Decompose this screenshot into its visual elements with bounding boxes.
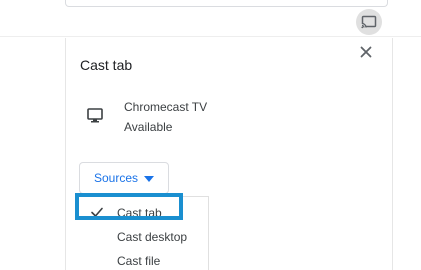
close-icon	[360, 46, 372, 58]
dialog-title: Cast tab	[80, 57, 133, 73]
close-button[interactable]	[356, 42, 376, 62]
menu-item-cast-file[interactable]: Cast file	[80, 249, 208, 270]
cast-icon	[361, 15, 377, 29]
menu-item-cast-tab[interactable]: Cast tab	[80, 201, 208, 225]
menu-item-label: Cast tab	[117, 206, 162, 220]
sink-status: Available	[124, 120, 173, 134]
check-icon	[91, 207, 103, 217]
address-bar[interactable]	[65, 0, 388, 7]
chevron-down-icon	[144, 175, 155, 182]
sources-menu: Cast tab Cast desktop Cast file	[80, 196, 209, 270]
menu-item-label: Cast file	[117, 254, 161, 268]
browser-window: Cast tab Chromecast TV Available Sources	[0, 0, 421, 270]
menu-item-label: Cast desktop	[117, 230, 188, 244]
sources-label: Sources	[93, 171, 139, 185]
cast-dialog: Cast tab Chromecast TV Available Sources	[65, 38, 393, 270]
menu-item-cast-desktop[interactable]: Cast desktop	[80, 225, 208, 249]
sink-item-chromecast-tv[interactable]: Chromecast TV Available	[80, 94, 360, 138]
cast-toolbar-button[interactable]	[356, 9, 382, 35]
sources-button[interactable]: Sources	[79, 162, 169, 194]
monitor-icon	[87, 108, 103, 123]
toolbar-divider	[0, 36, 421, 37]
sink-name: Chromecast TV	[124, 100, 208, 114]
